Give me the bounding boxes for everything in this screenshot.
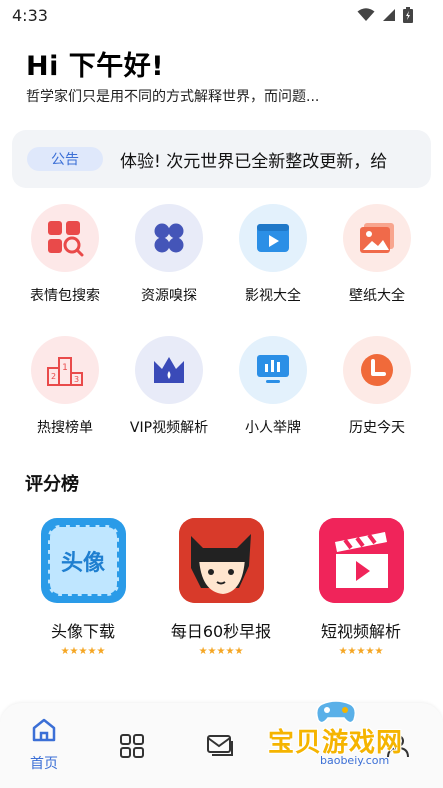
- feature-icon-bg: [31, 204, 99, 272]
- feature-label: 热搜榜单: [37, 420, 93, 436]
- watermark: 宝贝游戏网 baobeiy.com: [262, 700, 422, 780]
- crown-icon: [154, 357, 184, 383]
- wifi-icon: [357, 8, 375, 21]
- watermark-url: baobeiy.com: [320, 754, 390, 767]
- short-video-app-icon: [318, 518, 404, 603]
- nav-label: 首页: [30, 756, 58, 772]
- feature-meme-search[interactable]: 表情包搜索: [13, 200, 117, 305]
- feature-wallpaper[interactable]: 壁纸大全: [325, 200, 429, 305]
- clock-icon: [361, 354, 393, 386]
- feature-label: VIP视频解析: [129, 420, 209, 436]
- messages-icon: [207, 735, 233, 756]
- greeting-title: Hi 下午好!: [26, 51, 165, 82]
- feature-video[interactable]: 影视大全: [221, 200, 325, 305]
- svg-text:1: 1: [62, 363, 68, 373]
- announcement-badge: 公告: [27, 147, 103, 171]
- feature-grid-row: 表情包搜索 资源嗅探 影视大全 壁纸大全: [0, 200, 443, 320]
- ranking-title: 评分榜: [25, 474, 79, 495]
- status-time: 4:33: [12, 5, 48, 25]
- feature-icon-bg: [239, 336, 307, 404]
- feature-icon-bg: 1 2 3: [31, 336, 99, 404]
- avatar-app-icon: 头像: [40, 518, 126, 603]
- ranking-item-label: 短视频解析: [320, 622, 401, 641]
- feature-sign-board[interactable]: 小人举牌: [221, 332, 325, 437]
- announcement-bar[interactable]: 公告 体验! 次元世界已全新整改更新，给: [12, 130, 431, 188]
- nav-messages[interactable]: [190, 717, 250, 763]
- feature-icon-bg: [343, 336, 411, 404]
- wallpaper-image-icon: [360, 223, 394, 253]
- announcement-text: 体验! 次元世界已全新整改更新，给: [120, 151, 388, 172]
- ranking-item-label: 头像下载: [50, 622, 115, 641]
- avatar-app-icon-inner: 头像: [47, 525, 119, 596]
- feature-hot-search[interactable]: 1 2 3 热搜榜单: [13, 332, 117, 437]
- greeting-subtitle: 哲学家们只是用不同的方式解释世界，而问题...: [26, 89, 320, 105]
- battery-icon: [403, 7, 413, 23]
- feature-icon-bg: [135, 336, 203, 404]
- ranking-item-short-video[interactable]: 短视频解析 ★★★★★: [291, 518, 431, 657]
- feature-icon-bg: [343, 204, 411, 272]
- rating-stars: ★★★★★: [198, 646, 244, 657]
- nav-apps[interactable]: [102, 717, 162, 763]
- daily-news-app-icon: [178, 518, 264, 603]
- feature-label: 小人举牌: [245, 420, 301, 436]
- feature-icon-bg: [135, 204, 203, 272]
- status-icons: [357, 7, 413, 23]
- home-icon: [32, 718, 56, 742]
- ranking-item-avatar-download[interactable]: 头像 头像下载 ★★★★★: [13, 518, 153, 657]
- feature-label: 资源嗅探: [141, 288, 197, 304]
- feature-label: 壁纸大全: [349, 288, 405, 304]
- nav-home[interactable]: 首页: [14, 717, 74, 773]
- feature-resource-sniff[interactable]: 资源嗅探: [117, 200, 221, 305]
- svg-text:3: 3: [74, 375, 79, 384]
- feature-icon-bg: [239, 204, 307, 272]
- podium-icon: 1 2 3: [47, 357, 83, 386]
- svg-text:2: 2: [51, 372, 56, 381]
- feature-label: 历史今天: [349, 420, 405, 436]
- apps-grid-icon: [120, 734, 144, 758]
- cartoon-girl-icon: [178, 518, 264, 603]
- avatar-app-icon-text: 头像: [60, 550, 105, 576]
- meme-search-icon: [48, 221, 84, 257]
- video-player-icon: [257, 224, 289, 252]
- ranking-item-daily-news[interactable]: 每日60秒早报 ★★★★★: [151, 518, 291, 657]
- sign-board-icon: [257, 355, 289, 383]
- rating-stars: ★★★★★: [60, 646, 106, 657]
- feature-vip-video[interactable]: VIP视频解析: [117, 332, 221, 437]
- feature-label: 影视大全: [245, 288, 301, 304]
- rating-stars: ★★★★★: [338, 646, 384, 657]
- cell-signal-icon: [383, 9, 395, 21]
- status-bar: 4:33: [0, 0, 443, 30]
- clover-icon: [154, 223, 184, 253]
- feature-label: 表情包搜索: [30, 288, 100, 304]
- ranking-item-label: 每日60秒早报: [170, 622, 272, 641]
- clapperboard-icon: [318, 518, 404, 603]
- feature-history-today[interactable]: 历史今天: [325, 332, 429, 437]
- feature-grid-row: 1 2 3 热搜榜单 VIP视频解析 小人举牌 历史今天: [0, 332, 443, 452]
